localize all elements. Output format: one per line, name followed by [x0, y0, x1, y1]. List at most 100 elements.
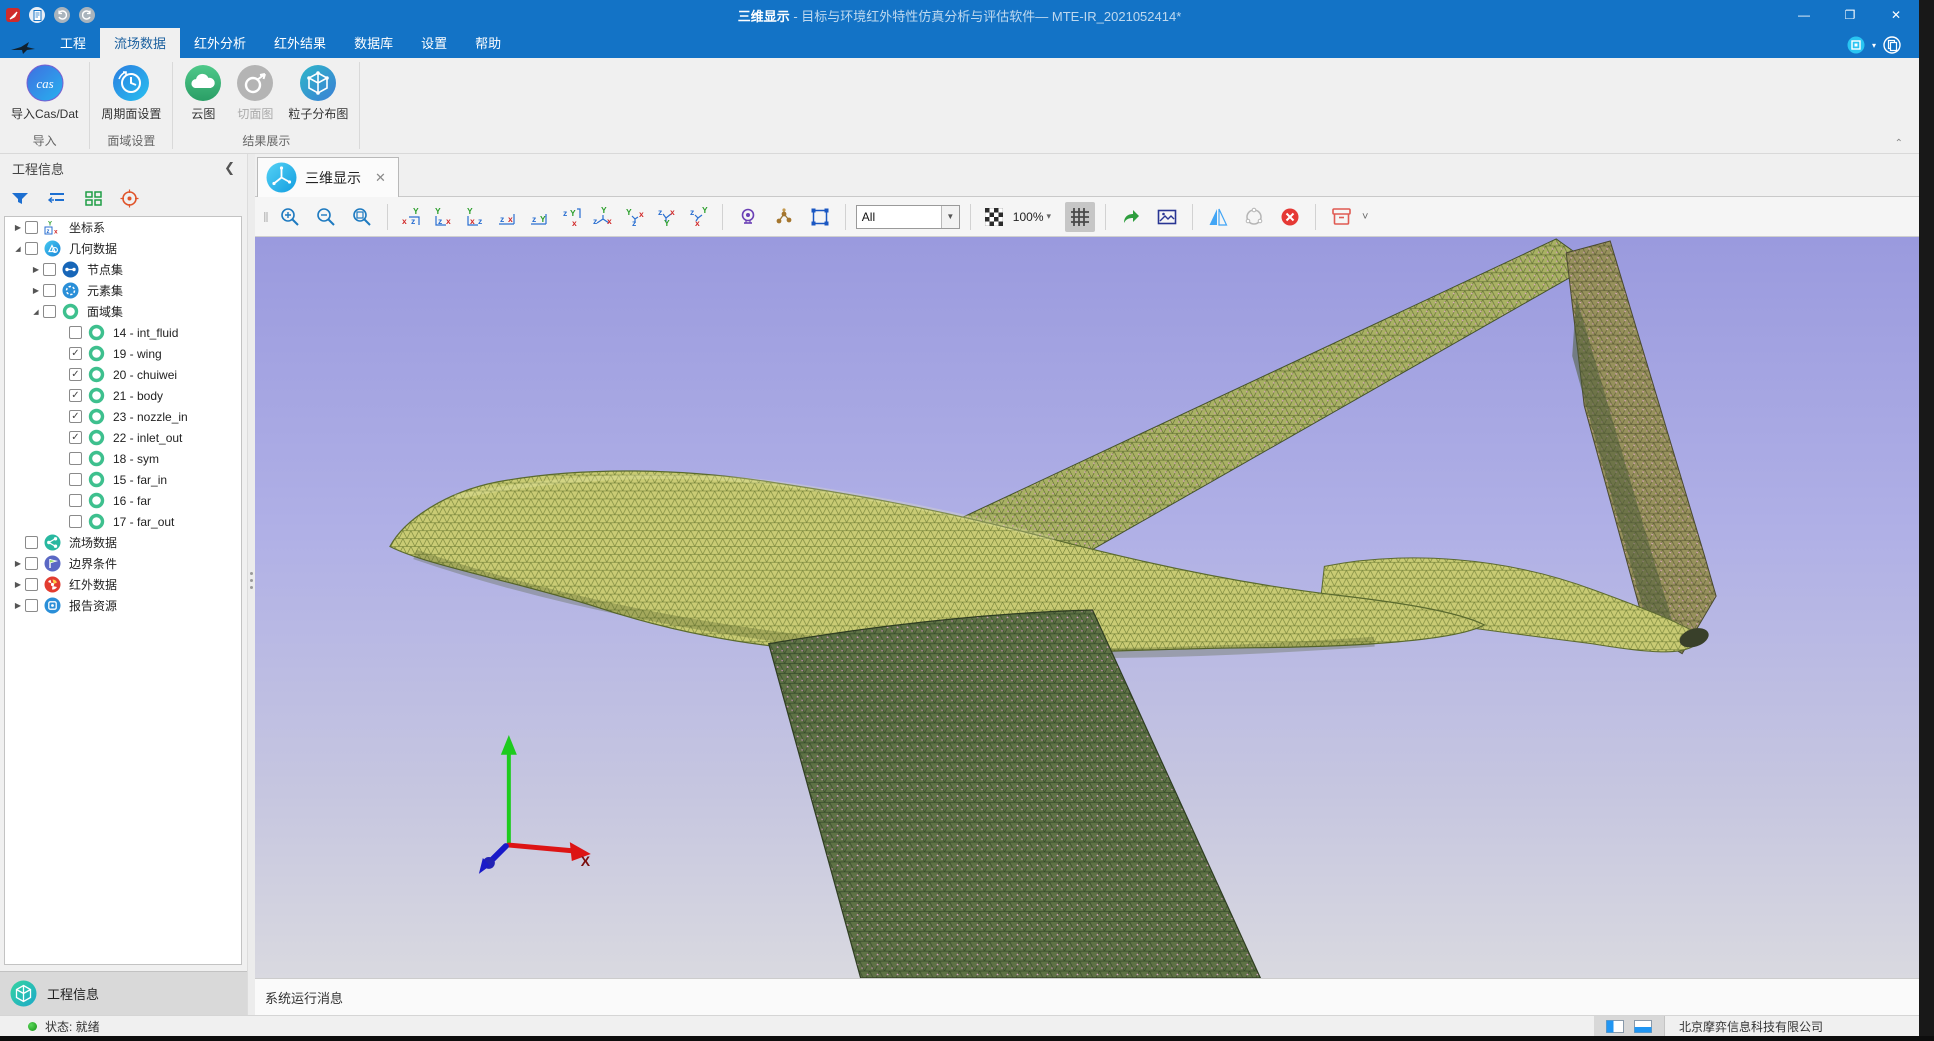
tree-checkbox[interactable] — [69, 347, 82, 360]
view-right-icon[interactable]: zYx — [558, 202, 584, 232]
locate-target-icon[interactable] — [120, 189, 139, 208]
zoom-fit-icon[interactable] — [347, 202, 377, 232]
tree-checkbox[interactable] — [69, 473, 82, 486]
combobox-dropdown-icon[interactable]: ▼ — [941, 206, 959, 228]
menu-item-7[interactable]: 帮助 — [461, 28, 515, 58]
tree-item-2[interactable]: ▶节点集 — [5, 259, 241, 280]
view-back-icon[interactable]: Yzx — [430, 202, 456, 232]
toolbar-drag-handle[interactable]: ‖ — [261, 209, 269, 225]
view-iso1-icon[interactable]: Yzx — [590, 202, 616, 232]
mirror-icon[interactable] — [1203, 202, 1233, 232]
ribbon-button-clock[interactable]: 周期面设置 — [96, 62, 166, 124]
tree-checkbox[interactable] — [69, 452, 82, 465]
opacity-checker-icon[interactable] — [981, 202, 1007, 232]
menu-item-3[interactable]: 红外分析 — [180, 28, 260, 58]
panel-collapse-icon[interactable]: ❮ — [220, 160, 239, 176]
redo-icon[interactable] — [79, 7, 95, 23]
tree-item-12[interactable]: 15 - far_in — [5, 469, 241, 490]
display-filter-combobox[interactable]: All ▼ — [856, 205, 960, 229]
ribbon-collapse-icon[interactable]: ⌃ — [1895, 138, 1903, 149]
tree-checkbox[interactable] — [69, 326, 82, 339]
tree-expand-icon[interactable]: ◢ — [29, 308, 43, 316]
window-list-dropdown-icon[interactable]: ▾ — [1872, 41, 1876, 50]
tree-checkbox[interactable] — [25, 578, 38, 591]
apply-arrow-icon[interactable] — [1116, 202, 1146, 232]
tree-item-17[interactable]: ▶红外数据 — [5, 574, 241, 595]
tree-item-11[interactable]: 18 - sym — [5, 448, 241, 469]
new-file-icon[interactable] — [29, 7, 45, 23]
zoom-in-icon[interactable] — [275, 202, 305, 232]
tree-item-5[interactable]: 14 - int_fluid — [5, 322, 241, 343]
tree-item-8[interactable]: 21 - body — [5, 385, 241, 406]
view-bottom-icon[interactable]: zY — [526, 202, 552, 232]
tree-expand-icon[interactable]: ▶ — [29, 265, 43, 274]
tree-item-10[interactable]: 22 - inlet_out — [5, 427, 241, 448]
menu-item-2[interactable]: 流场数据 — [100, 28, 180, 58]
select-rectangle-icon[interactable] — [805, 202, 835, 232]
tree-expand-icon[interactable]: ▶ — [11, 580, 25, 589]
mesh-grid-toggle[interactable] — [1065, 202, 1095, 232]
export-box-icon[interactable] — [1326, 202, 1356, 232]
ribbon-button-cas[interactable]: cas导入Cas/Dat — [6, 62, 83, 124]
display-window-icon[interactable] — [1847, 36, 1865, 54]
tree-item-18[interactable]: ▶报告资源 — [5, 595, 241, 616]
tree-checkbox[interactable] — [69, 368, 82, 381]
tree-checkbox[interactable] — [69, 389, 82, 402]
tree-checkbox[interactable] — [43, 305, 56, 318]
tree-item-4[interactable]: ◢面域集 — [5, 301, 241, 322]
tree-item-14[interactable]: 17 - far_out — [5, 511, 241, 532]
export-dropdown-icon[interactable]: ˅ — [1362, 211, 1368, 223]
view-iso4-icon[interactable]: zYx — [686, 202, 712, 232]
layout-bottom-panel-icon[interactable] — [1634, 1020, 1652, 1033]
ribbon-button-particle[interactable]: 粒子分布图 — [283, 62, 353, 124]
tree-item-16[interactable]: ▶边界条件 — [5, 553, 241, 574]
view-iso3-icon[interactable]: zxY — [654, 202, 680, 232]
panel-splitter[interactable] — [247, 154, 255, 1015]
tab-close-icon[interactable]: ✕ — [369, 170, 386, 186]
molecule-icon[interactable] — [769, 202, 799, 232]
probe-camera-icon[interactable] — [733, 202, 763, 232]
project-info-dock-button[interactable]: 工程信息 — [0, 971, 247, 1015]
view-iso2-icon[interactable]: Yxz — [622, 202, 648, 232]
tree-item-1[interactable]: ◢几何数据 — [5, 238, 241, 259]
app-pin-icon[interactable] — [6, 8, 20, 22]
tab-3d-view[interactable]: 三维显示 ✕ — [257, 157, 399, 197]
menu-item-1[interactable]: 工程 — [46, 28, 100, 58]
minimize-button[interactable]: — — [1781, 0, 1827, 30]
tree-checkbox[interactable] — [69, 410, 82, 423]
ribbon-button-cloud[interactable]: 云图 — [179, 62, 227, 124]
view-front-icon[interactable]: xzY — [398, 202, 424, 232]
collapse-all-icon[interactable] — [47, 189, 67, 207]
tree-expand-icon[interactable]: ◢ — [11, 245, 25, 253]
tree-item-0[interactable]: ▶Yzx坐标系 — [5, 217, 241, 238]
tree-checkbox[interactable] — [25, 221, 38, 234]
undo-icon[interactable] — [54, 7, 70, 23]
snapshot-image-icon[interactable] — [1152, 202, 1182, 232]
tree-item-9[interactable]: 23 - nozzle_in — [5, 406, 241, 427]
menu-item-4[interactable]: 红外结果 — [260, 28, 340, 58]
opacity-dropdown[interactable]: 100% ▾ — [1013, 210, 1051, 224]
restore-button[interactable]: ❐ — [1827, 0, 1873, 30]
tree-item-7[interactable]: 20 - chuiwei — [5, 364, 241, 385]
tree-checkbox[interactable] — [69, 515, 82, 528]
rotate-circle-icon[interactable] — [1239, 202, 1269, 232]
tree-item-15[interactable]: 流场数据 — [5, 532, 241, 553]
tree-expand-icon[interactable]: ▶ — [29, 286, 43, 295]
close-button[interactable]: ✕ — [1873, 0, 1919, 30]
layout-left-panel-icon[interactable] — [1606, 1020, 1624, 1033]
tree-item-6[interactable]: 19 - wing — [5, 343, 241, 364]
tree-expand-icon[interactable]: ▶ — [11, 559, 25, 568]
documents-icon[interactable] — [1883, 36, 1901, 54]
tree-checkbox[interactable] — [43, 284, 56, 297]
tree-checkbox[interactable] — [25, 536, 38, 549]
viewport-3d[interactable]: X — [255, 237, 1919, 978]
view-top-icon[interactable]: zx — [494, 202, 520, 232]
components-grid-icon[interactable] — [84, 189, 103, 207]
tree-expand-icon[interactable]: ▶ — [11, 601, 25, 610]
zoom-out-icon[interactable] — [311, 202, 341, 232]
tree-checkbox[interactable] — [25, 242, 38, 255]
cancel-icon[interactable] — [1275, 202, 1305, 232]
tree-expand-icon[interactable]: ▶ — [11, 223, 25, 232]
tree-item-3[interactable]: ▶元素集 — [5, 280, 241, 301]
tree-checkbox[interactable] — [25, 599, 38, 612]
